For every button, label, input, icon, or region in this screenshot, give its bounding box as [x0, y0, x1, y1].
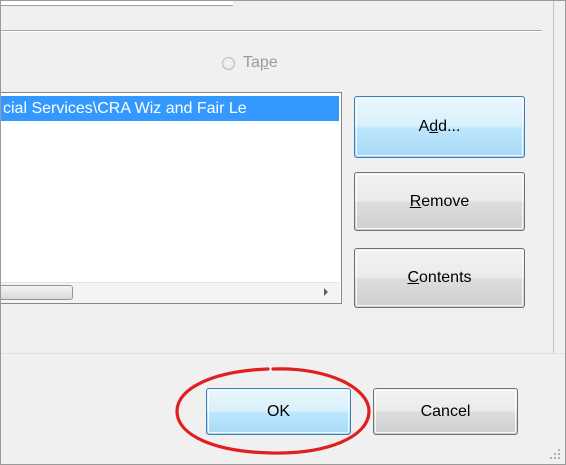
scrollbar-thumb[interactable]	[1, 285, 73, 300]
horizontal-scrollbar[interactable]	[1, 282, 340, 303]
remove-button-label: Remove	[409, 193, 470, 210]
cancel-button[interactable]: Cancel	[373, 388, 518, 435]
radio-tape-label: Tape	[243, 54, 278, 71]
scroll-right-arrow-icon[interactable]	[324, 288, 328, 296]
tab-edge-right	[233, 1, 553, 5]
radio-tape: Tape	[222, 54, 278, 72]
add-button[interactable]: Add...	[354, 96, 525, 158]
resize-grip-icon[interactable]	[549, 448, 561, 460]
add-button-label: Add...	[418, 118, 461, 135]
group-separator	[1, 30, 542, 32]
dialog-window: Tape cial Services\CRA Wiz and Fair Le A…	[0, 0, 566, 465]
list-item[interactable]: cial Services\CRA Wiz and Fair Le	[1, 96, 339, 121]
ok-button-label: OK	[266, 403, 291, 420]
remove-button[interactable]: Remove	[354, 172, 525, 231]
backup-file-list[interactable]: cial Services\CRA Wiz and Fair Le	[1, 92, 342, 304]
ok-button[interactable]: OK	[206, 388, 351, 435]
radio-circle-icon	[222, 56, 235, 70]
contents-button[interactable]: Contents	[354, 248, 525, 308]
tab-edge	[1, 1, 233, 6]
dialog-content: Tape cial Services\CRA Wiz and Fair Le A…	[1, 1, 554, 353]
contents-button-label: Contents	[407, 269, 472, 286]
cancel-button-label: Cancel	[420, 403, 471, 420]
